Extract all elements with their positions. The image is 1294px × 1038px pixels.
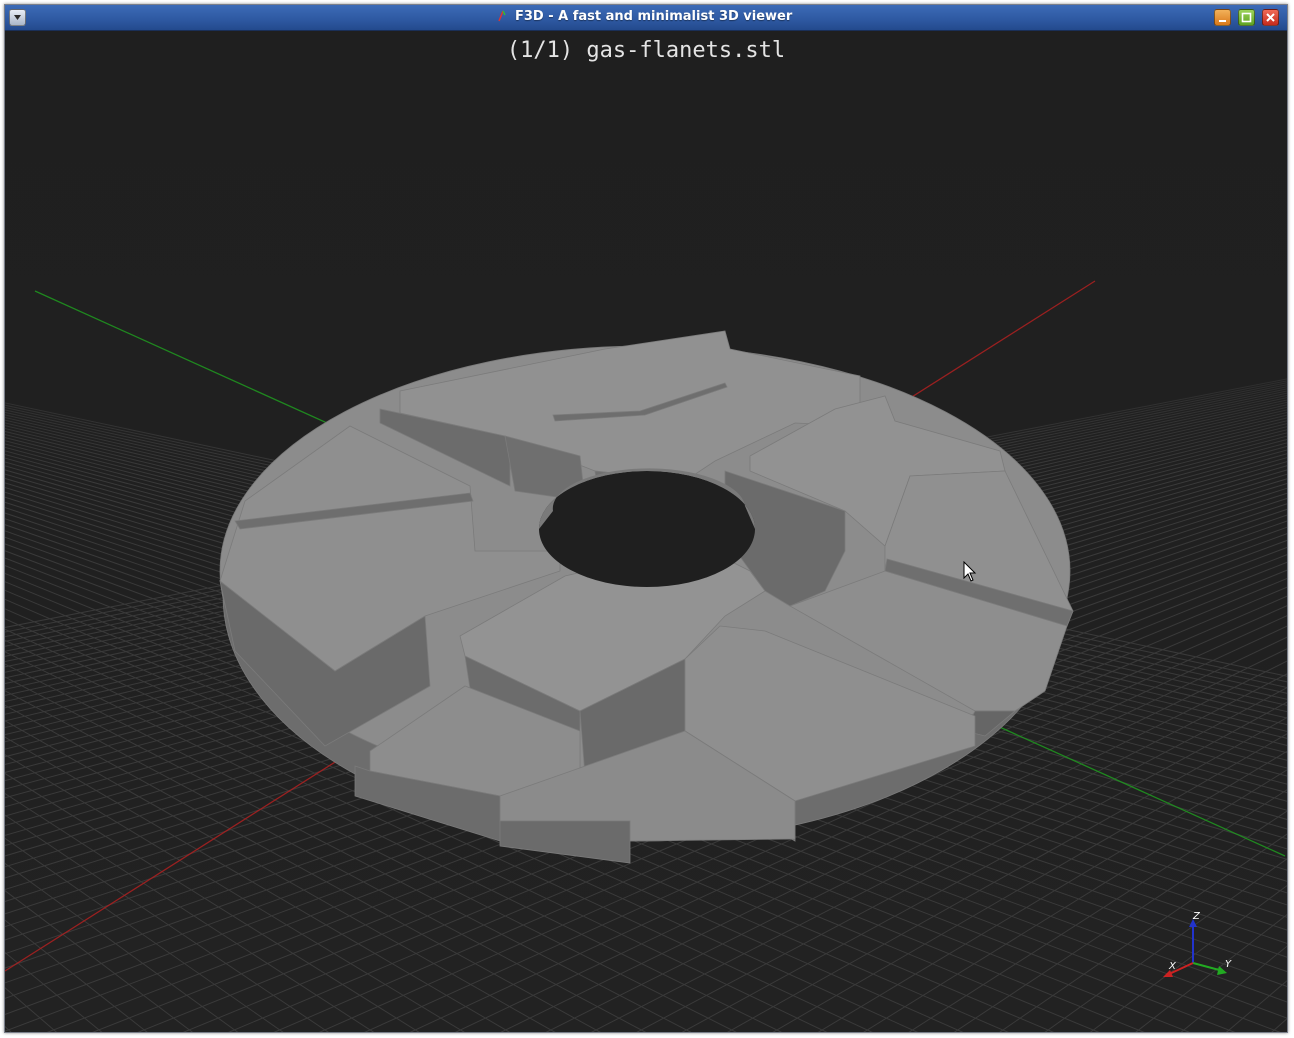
chevron-down-icon: [14, 15, 21, 20]
grid-line: [1271, 1017, 1287, 1032]
maximize-icon: [1241, 12, 1252, 23]
stl-model[interactable]: [219, 330, 1074, 864]
close-icon: [1266, 13, 1275, 22]
close-button[interactable]: [1262, 9, 1279, 26]
mouse-cursor-icon: [963, 561, 977, 582]
window-menu-button[interactable]: [9, 9, 26, 26]
orientation-axes-widget: Z Y X: [1163, 911, 1232, 977]
z-axis-label: Z: [1192, 911, 1201, 922]
app-window: F3D - A fast and minimalist 3D viewer (1…: [4, 4, 1288, 1033]
file-name-label: (1/1) gas-flanets.stl: [506, 38, 786, 63]
x-axis-label: X: [1168, 961, 1177, 972]
minimize-icon: [1219, 20, 1226, 22]
f3d-app-icon: [498, 10, 506, 22]
grid-line: [1225, 980, 1287, 1032]
y-axis-label: Y: [1225, 959, 1232, 970]
minimize-button[interactable]: [1214, 9, 1231, 26]
3d-viewport[interactable]: (1/1) gas-flanets.stl Z Y X: [5, 31, 1287, 1032]
grid-line: [1265, 201, 1287, 1032]
maximize-button[interactable]: [1238, 9, 1255, 26]
model-center-hole: [539, 471, 755, 587]
scene-render: [5, 201, 1287, 1032]
title-bar[interactable]: F3D - A fast and minimalist 3D viewer: [5, 5, 1287, 31]
window-title: F3D - A fast and minimalist 3D viewer: [515, 9, 793, 24]
